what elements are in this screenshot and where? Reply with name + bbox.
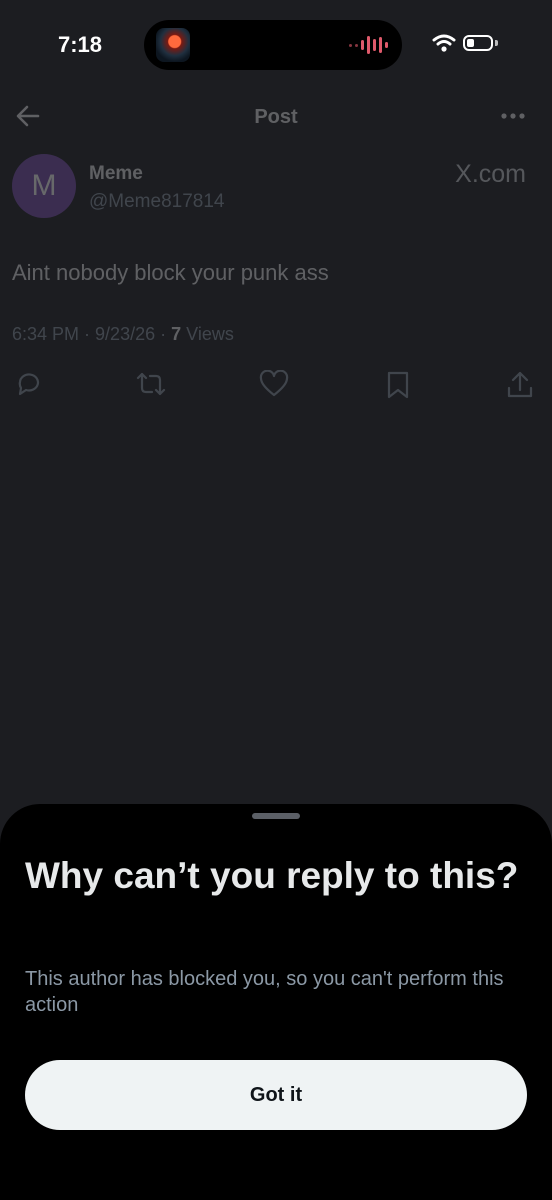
battery-icon [463, 35, 493, 51]
source-label: X.com [455, 160, 526, 188]
post-actions [0, 368, 552, 402]
post-date: 9/23/26 [95, 324, 156, 344]
post-meta: 6:34 PM · 9/23/26 · 7 Views [12, 324, 234, 344]
now-playing-art [156, 28, 190, 62]
bookmark-icon[interactable] [385, 370, 411, 400]
post-author: M Meme @Meme817814 X.com [0, 154, 552, 224]
like-icon[interactable] [259, 370, 289, 398]
share-icon[interactable] [506, 370, 534, 400]
top-bar: Post [0, 92, 552, 140]
sheet-title: Why can’t you reply to this? [25, 855, 519, 896]
dynamic-island[interactable] [144, 20, 402, 70]
bottom-sheet: Why can’t you reply to this? This author… [0, 804, 552, 1200]
battery-nub [495, 40, 498, 46]
page-title: Post [254, 106, 298, 128]
audio-wave-icon [349, 35, 388, 55]
got-it-button[interactable]: Got it [25, 1060, 527, 1130]
reply-icon[interactable] [14, 370, 42, 398]
author-name[interactable]: Meme [89, 163, 143, 185]
sheet-drag-handle[interactable] [252, 813, 300, 819]
status-time: 7:18 [58, 32, 103, 57]
wifi-icon [432, 34, 456, 52]
author-handle[interactable]: @Meme817814 [89, 191, 224, 213]
repost-icon[interactable] [135, 370, 167, 398]
avatar[interactable]: M [12, 154, 76, 218]
post-text: Aint nobody block your punk ass [12, 260, 329, 285]
more-options-icon[interactable] [500, 106, 528, 126]
status-bar: 7:18 [0, 0, 552, 92]
views-label: Views [186, 324, 234, 344]
post-time: 6:34 PM [12, 324, 80, 344]
sheet-message: This author has blocked you, so you can'… [25, 968, 504, 1016]
views-count: 7 [171, 324, 182, 344]
